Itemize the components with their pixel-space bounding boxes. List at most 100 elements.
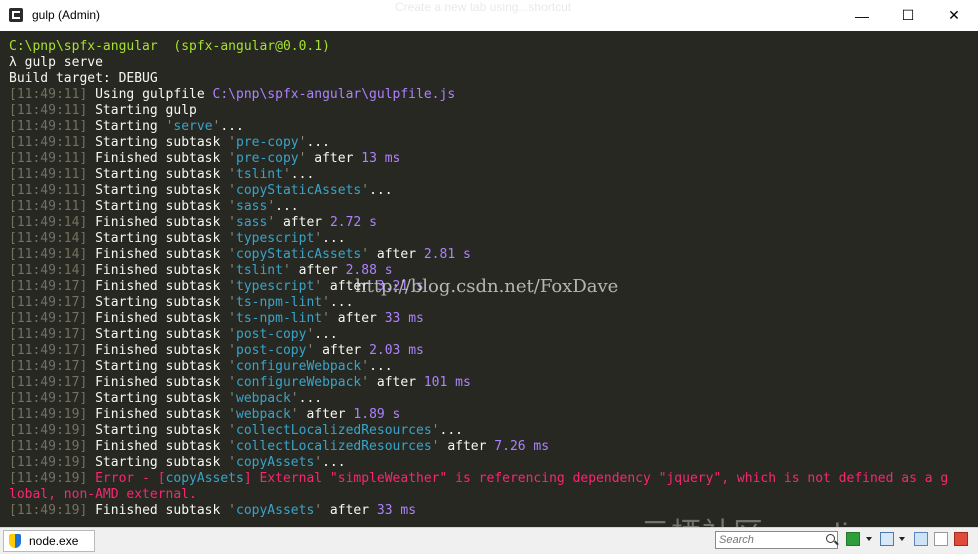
log-segment: after bbox=[290, 263, 346, 278]
log-segment: ... bbox=[329, 295, 354, 310]
log-line: [11:49:11] Starting subtask 'tslint'... bbox=[9, 167, 314, 183]
log-timestamp: [11:49:14] bbox=[9, 247, 88, 262]
log-segment: tslint bbox=[236, 167, 283, 182]
log-timestamp: [11:49:11] bbox=[9, 199, 88, 214]
log-line: [11:49:17] Starting subtask 'configureWe… bbox=[9, 359, 393, 375]
log-segment: ' bbox=[228, 343, 236, 358]
log-segment: after bbox=[369, 375, 424, 390]
log-segment: after bbox=[439, 439, 495, 454]
log-timestamp: [11:49:14] bbox=[9, 215, 88, 230]
log-segment: copyAssets bbox=[236, 455, 315, 470]
aliyun-watermark: 云栖社区 yq.aliyun.com bbox=[640, 509, 970, 527]
log-segment: ' bbox=[228, 215, 236, 230]
log-segment: tslint bbox=[236, 263, 283, 278]
log-line: [11:49:11] Using gulpfile C:\pnp\spfx-an… bbox=[9, 87, 455, 103]
console-tab[interactable]: node.exe bbox=[3, 530, 95, 552]
log-line: [11:49:19] Finished subtask 'webpack' af… bbox=[9, 407, 400, 423]
log-line: [11:49:14] Finished subtask 'copyStaticA… bbox=[9, 247, 471, 263]
log-segment: ' bbox=[228, 455, 236, 470]
log-segment: ' bbox=[267, 215, 276, 230]
log-segment: ... bbox=[220, 119, 244, 134]
log-timestamp: [11:49:11] bbox=[9, 151, 88, 166]
log-line: [11:49:11] Starting subtask 'pre-copy'..… bbox=[9, 135, 330, 151]
log-segment: 2.03 ms bbox=[369, 343, 424, 358]
settings-icon[interactable] bbox=[914, 532, 928, 546]
log-timestamp: [11:49:11] bbox=[9, 183, 88, 198]
log-timestamp: [11:49:19] bbox=[9, 503, 88, 518]
log-segment: ' bbox=[290, 391, 299, 406]
log-segment: ' bbox=[314, 455, 323, 470]
prompt-path: C:\pnp\spfx-angular bbox=[9, 39, 158, 54]
log-segment: ' bbox=[228, 263, 236, 278]
window-layout-icon[interactable] bbox=[880, 532, 894, 546]
log-segment: 7.26 ms bbox=[494, 439, 550, 454]
log-segment: pre-copy bbox=[236, 135, 299, 150]
log-segment: ... bbox=[369, 183, 393, 198]
log-segment: sass bbox=[236, 215, 268, 230]
log-segment: pre-copy bbox=[236, 151, 299, 166]
search-icon[interactable] bbox=[826, 534, 835, 543]
log-segment: lobal, non-AMD external. bbox=[9, 487, 197, 502]
log-segment: 101 ms bbox=[423, 375, 471, 390]
log-segment: ... bbox=[322, 455, 346, 470]
log-segment: ' bbox=[228, 359, 236, 374]
log-timestamp: [11:49:17] bbox=[9, 391, 88, 406]
search-input[interactable] bbox=[719, 532, 819, 548]
log-segment: after bbox=[322, 503, 377, 518]
menu-icon[interactable] bbox=[954, 532, 968, 546]
log-segment: ' bbox=[314, 279, 323, 294]
ghost-tab-hint: Create a new tab using...shortcut bbox=[395, 0, 572, 14]
log-segment: ' bbox=[282, 167, 291, 182]
prompt-line: C:\pnp\spfx-angular (spfx-angular@0.0.1) bbox=[9, 39, 330, 55]
log-segment: ... bbox=[322, 231, 346, 246]
cmder-app-icon[interactable] bbox=[9, 8, 23, 22]
log-timestamp: [11:49:17] bbox=[9, 359, 88, 374]
log-segment: configureWebpack bbox=[236, 375, 362, 390]
log-timestamp: [11:49:17] bbox=[9, 279, 88, 294]
log-segment: C:\pnp\spfx-angular\gulpfile.js bbox=[212, 87, 456, 102]
log-segment: sass bbox=[236, 199, 268, 214]
log-segment: Starting subtask bbox=[95, 135, 229, 150]
log-segment: ... bbox=[306, 135, 330, 150]
log-timestamp: [11:49:11] bbox=[9, 167, 88, 182]
log-segment: Starting subtask bbox=[95, 295, 229, 310]
log-line: [11:49:11] Starting subtask 'copyStaticA… bbox=[9, 183, 393, 199]
log-segment: webpack bbox=[236, 407, 291, 422]
log-segment: ' bbox=[228, 135, 236, 150]
search-box[interactable] bbox=[715, 531, 838, 549]
log-segment: Finished subtask bbox=[95, 247, 229, 262]
new-console-dropdown-icon[interactable] bbox=[866, 537, 872, 541]
log-line: [11:49:17] Finished subtask 'configureWe… bbox=[9, 375, 471, 391]
log-segment: Starting subtask bbox=[95, 199, 229, 214]
log-segment: ... bbox=[439, 423, 463, 438]
log-timestamp: [11:49:19] bbox=[9, 439, 88, 454]
layout-dropdown-icon[interactable] bbox=[899, 537, 905, 541]
log-segment: post-copy bbox=[236, 327, 307, 342]
new-console-icon[interactable] bbox=[846, 532, 860, 546]
blog-watermark: http://blog.csdn.net/FoxDave bbox=[355, 276, 619, 297]
maximize-button[interactable]: ☐ bbox=[885, 0, 931, 31]
lock-icon[interactable] bbox=[934, 532, 948, 546]
log-line: [11:49:11] Starting subtask 'sass'... bbox=[9, 199, 299, 215]
log-segment: Finished subtask bbox=[95, 375, 229, 390]
log-line: [11:49:19] Starting subtask 'copyAssets'… bbox=[9, 455, 346, 471]
minimize-button[interactable]: — bbox=[839, 0, 885, 31]
prompt-package: (spfx-angular@0.0.1) bbox=[173, 39, 330, 54]
log-segment: after bbox=[306, 151, 362, 166]
close-button[interactable]: ✕ bbox=[931, 0, 977, 31]
log-line: [11:49:19] Finished subtask 'collectLoca… bbox=[9, 439, 549, 455]
command-line: λ gulp serve bbox=[9, 55, 103, 70]
window-title: gulp (Admin) bbox=[32, 8, 101, 22]
terminal-console[interactable]: C:\pnp\spfx-angular (spfx-angular@0.0.1)… bbox=[0, 31, 978, 527]
log-segment: copyStaticAssets bbox=[236, 247, 362, 262]
log-segment: copyAssets bbox=[236, 503, 315, 518]
log-timestamp: [11:49:17] bbox=[9, 311, 88, 326]
log-segment: ' bbox=[267, 199, 276, 214]
log-timestamp: [11:49:14] bbox=[9, 231, 88, 246]
log-segment: after bbox=[314, 343, 370, 358]
log-timestamp: [11:49:19] bbox=[9, 423, 88, 438]
log-segment: configureWebpack bbox=[236, 359, 362, 374]
log-segment: 2.72 s bbox=[329, 215, 377, 230]
log-segment: ' bbox=[290, 407, 299, 422]
log-segment: Starting subtask bbox=[95, 359, 229, 374]
